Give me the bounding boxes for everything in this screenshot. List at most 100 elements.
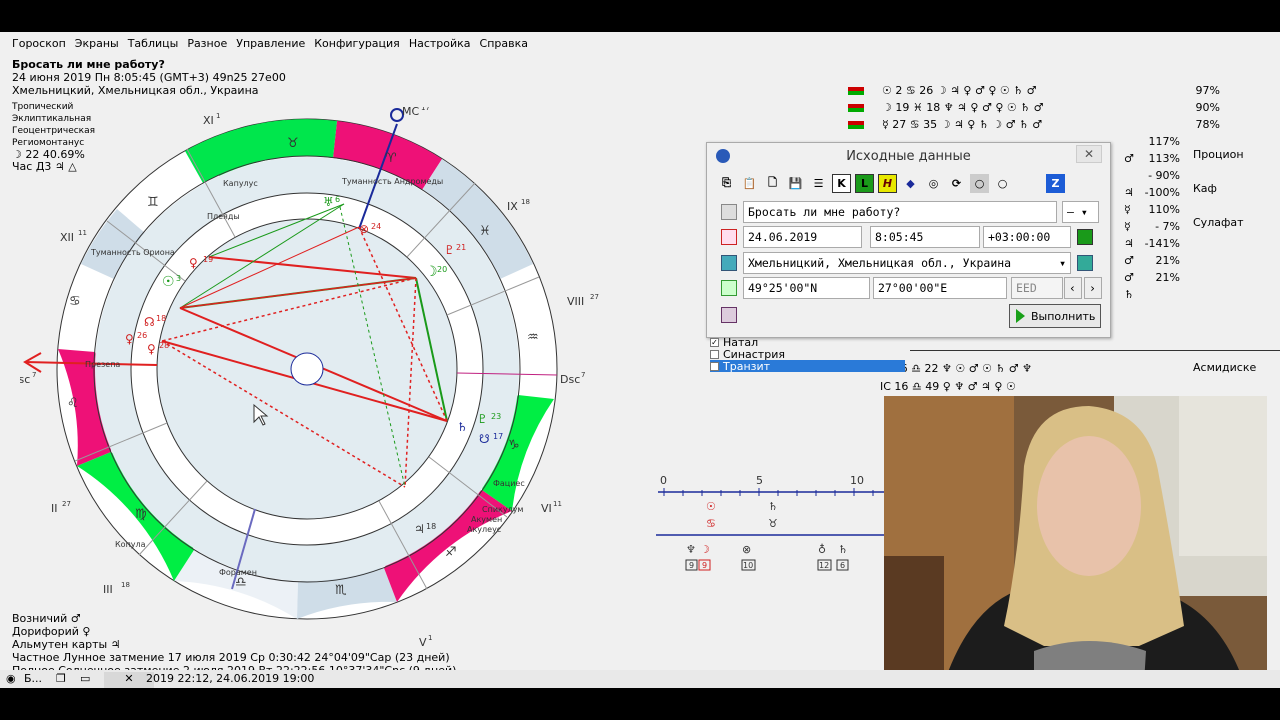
date-field[interactable]: 24.06.2019 [743,226,862,248]
mercury-deg: 28 [159,341,169,350]
close-button[interactable]: ✕ [1076,145,1102,163]
house8-label: VIII [567,295,584,308]
refresh-icon[interactable]: ⟳ [947,174,966,193]
latitude-field[interactable]: 49°25'00"N [743,277,870,299]
menu-control[interactable]: Управление [234,36,312,54]
mc-label: MC [402,107,419,118]
list-item[interactable]: Транзит [710,360,905,373]
circle-filled-icon[interactable]: ○ [970,173,989,193]
svg-text:♁: ♁ [818,543,826,556]
calendar-icon[interactable] [721,229,737,245]
house3-degree: 18 [121,581,130,589]
scale-tick-0: 0 [660,474,667,487]
checkbox[interactable] [710,361,719,371]
menu-configuration[interactable]: Конфигурация [312,36,407,54]
place-field[interactable]: Хмельницкий, Хмельницкая обл., Украина ▾ [743,252,1071,274]
menu-screens[interactable]: Экраны [73,36,126,54]
list-item[interactable]: ✓ Натал [710,336,905,349]
timezone-field[interactable]: +03:00:00 [983,226,1071,248]
dialog-titlebar[interactable]: Исходные данные ✕ [707,143,1110,169]
node-deg: 18 [156,314,166,323]
menu-horoscope[interactable]: Гороскоп [10,36,73,54]
point-deg: 24 [371,222,381,231]
moon-deg: 20 [437,265,447,274]
sun-deg: 3 [176,274,181,283]
longitude-field[interactable]: 27°00'00"E [873,277,1007,299]
paste-icon[interactable]: 📋 [740,174,759,193]
time-field[interactable]: 8:05:45 [870,226,980,248]
star-capulus: Капулус [223,179,258,188]
checkbox[interactable] [710,349,719,359]
dialog-toolbar: ⎘ 📋 🗋 💾 ☰ K L H ◆ ◎ ⟳ ○ ○ Z [717,173,1065,193]
pluto2-glyph: ♇ [477,412,488,426]
list-item[interactable]: Синастрия [710,348,905,361]
maximize-icon[interactable]: ▭ [80,672,90,685]
chart-almuten: Альмутен карты ♃ [12,638,121,651]
venus-deg: 26 [137,331,147,340]
taskbar-app[interactable]: Б... [24,672,42,685]
svg-text:☽: ☽ [700,543,710,556]
color-icon[interactable] [1077,229,1093,245]
list-icon[interactable]: ☰ [809,174,828,193]
menu-misc[interactable]: Разное [185,36,234,54]
copy-icon[interactable]: ⎘ [717,174,736,193]
disc-icon[interactable]: ◎ [924,174,943,193]
bookmark-icon[interactable]: ◆ [901,174,920,193]
menu-help[interactable]: Справка [478,36,535,54]
sign-scorpio: ♏ [335,583,347,598]
row-glyphs: ♂ [1124,254,1134,267]
moon-glyph: ☽ [425,264,438,280]
row-glyphs: ♃ [1124,237,1134,250]
restore-icon[interactable]: ❐ [56,672,66,685]
scale-tick-5: 5 [756,474,763,487]
star-aculeus: Акулеус [467,525,501,534]
menu-settings[interactable]: Настройка [407,36,478,54]
z-button[interactable]: Z [1046,173,1065,193]
row-glyphs: ♃ [1124,186,1134,199]
map-icon[interactable] [1077,255,1093,271]
house2-label: II [51,502,58,515]
star-acumen: Акумен [471,515,502,524]
question-field[interactable]: Бросать ли мне работу? [743,201,1057,223]
uranus-glyph: ♅ [323,195,334,209]
k-button[interactable]: K [832,173,851,193]
prev-button[interactable]: ‹ [1064,277,1082,299]
mars-glyph: ♀ [189,256,198,270]
sun-glyph: ☉ [162,274,175,290]
lunar-eclipse: Частное Лунное затмение 17 июля 2019 Ср … [12,651,450,664]
house12-degree: 11 [78,229,87,237]
question-type-select[interactable]: — ▾ [1062,201,1099,223]
point-glyph: ⊗ [359,222,369,236]
sign-capricorn: ♑ [508,438,520,453]
sign-pisces: ♓ [479,224,491,239]
h-button[interactable]: H [878,173,897,193]
row-percent: 110% [1148,203,1180,216]
menu-tables[interactable]: Таблицы [126,36,186,54]
row-percent: 90% [1195,101,1220,114]
sign-taurus: ♉ [287,136,299,151]
row-glyphs: ♂ [1124,152,1134,165]
options-icon[interactable] [721,307,737,323]
house6-label: VI [541,502,552,515]
place-icon[interactable] [721,255,737,271]
next-button[interactable]: › [1084,277,1102,299]
star-name: Каф [1193,182,1217,195]
taskbar-app-icon[interactable]: ◉ [6,672,16,685]
tz-code-field[interactable]: EED [1011,277,1063,299]
sign-cancer: ♋ [69,294,81,309]
jupiter-glyph: ♃ [414,522,425,536]
horoscope-wheel[interactable]: ♀ 19 ☉ 3 ☊ 18 ♀ 26 ♀ 28 ♅ 6 ⊗ 24 ♇ 21 ☽ … [20,107,640,647]
svg-text:♉: ♉ [768,517,778,530]
checkbox[interactable]: ✓ [710,337,719,347]
svg-text:♄: ♄ [838,543,848,556]
venus-glyph: ♀ [125,332,134,346]
table-row: ☿ 27 ♋ 35 ☽ ♃ ♀ ♄ ☽ ♂ ♄ ♂ 78% [848,116,1220,133]
save-icon[interactable]: 💾 [786,174,805,193]
coordinates-icon[interactable] [721,280,737,296]
l-button[interactable]: L [855,173,874,193]
pluto-glyph: ♇ [444,243,455,257]
svg-text:♋: ♋ [706,517,716,530]
new-icon[interactable]: 🗋 [763,174,782,193]
circle-icon[interactable]: ○ [993,174,1012,193]
run-button[interactable]: Выполнить [1009,304,1101,328]
